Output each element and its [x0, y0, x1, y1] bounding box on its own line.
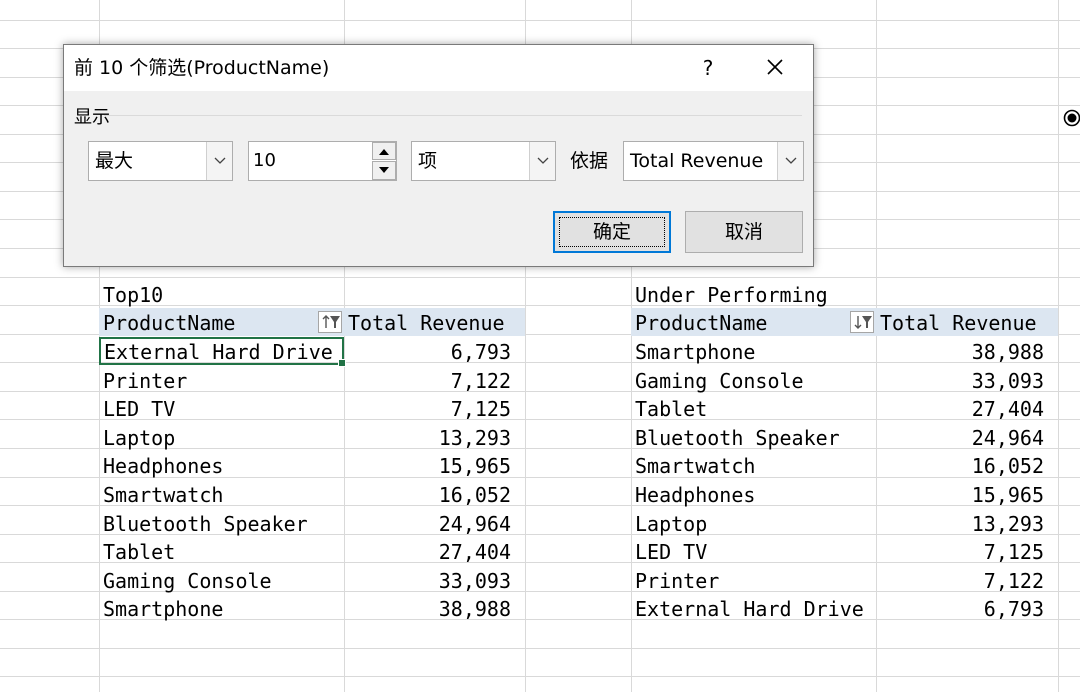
grid-row-line	[0, 676, 1080, 677]
basis-select-value: Total Revenue	[630, 150, 764, 172]
under-row-name[interactable]: LED TV	[631, 537, 876, 565]
under-row-value[interactable]: 7,125	[876, 537, 1058, 565]
direction-dropdown-button[interactable]	[206, 142, 232, 180]
under-caption[interactable]: Under Performing	[631, 280, 876, 308]
under-header-productname-label: ProductName	[635, 311, 768, 335]
top10-filter-button[interactable]	[318, 311, 342, 333]
under-row-value[interactable]: 15,965	[876, 480, 1058, 508]
close-button[interactable]	[750, 45, 800, 91]
unit-select-value: 项	[418, 150, 438, 172]
ok-button[interactable]: 确定	[553, 211, 671, 253]
count-stepper-value: 10	[253, 150, 276, 171]
top10-row-value[interactable]: 33,093	[344, 566, 525, 594]
count-stepper[interactable]: 10	[248, 141, 397, 181]
top10-row-name[interactable]: Laptop	[99, 423, 344, 451]
dialog-titlebar[interactable]: 前 10 个筛选(ProductName) ?	[64, 45, 813, 91]
chevron-down-icon	[537, 157, 549, 164]
top10-caption[interactable]: Top10	[99, 280, 344, 308]
close-icon	[767, 59, 783, 75]
top10-filter-dialog: 前 10 个筛选(ProductName) ? 显示 最大 10 项 依据 To…	[63, 44, 814, 267]
top10-row-name[interactable]: Tablet	[99, 537, 344, 565]
spin-down-button[interactable]	[372, 161, 396, 180]
under-row-value[interactable]: 16,052	[876, 451, 1058, 479]
top10-row-value[interactable]: 13,293	[344, 423, 525, 451]
basis-dropdown-button[interactable]	[777, 142, 803, 180]
top10-row-value[interactable]: 7,122	[344, 366, 525, 394]
under-header-total-revenue[interactable]: Total Revenue	[876, 308, 1058, 336]
chevron-down-icon	[214, 157, 226, 164]
under-row-value[interactable]: 6,793	[876, 594, 1058, 622]
under-row-value[interactable]: 7,122	[876, 566, 1058, 594]
group-divider	[104, 115, 802, 116]
filter-sort-descending-icon	[854, 316, 872, 329]
basis-label: 依据	[570, 150, 609, 172]
top10-row-value[interactable]: 24,964	[344, 509, 525, 537]
top10-row-value[interactable]: 16,052	[344, 480, 525, 508]
top10-header-productname-label: ProductName	[103, 311, 236, 335]
spin-up-button[interactable]	[372, 142, 396, 160]
grid-row-line	[0, 648, 1080, 649]
filter-sort-ascending-icon	[322, 315, 340, 328]
chevron-down-icon	[785, 157, 797, 164]
under-row-name[interactable]: Smartphone	[631, 337, 876, 365]
under-row-name[interactable]: Bluetooth Speaker	[631, 423, 876, 451]
top10-row-name[interactable]: Headphones	[99, 451, 344, 479]
show-group-label: 显示	[74, 107, 110, 128]
grid-column-line	[1058, 0, 1059, 692]
top10-row-value[interactable]: 6,793	[344, 337, 525, 365]
cancel-button[interactable]: 取消	[685, 211, 803, 253]
top10-header-productname[interactable]: ProductName	[99, 308, 344, 336]
top10-row-name[interactable]: External Hard Drive	[99, 337, 346, 367]
under-row-name[interactable]: Smartwatch	[631, 451, 876, 479]
unit-dropdown-button[interactable]	[529, 142, 555, 180]
under-row-name[interactable]: Headphones	[631, 480, 876, 508]
under-row-value[interactable]: 33,093	[876, 366, 1058, 394]
top10-row-name[interactable]: Smartphone	[99, 594, 344, 622]
under-header-productname[interactable]: ProductName	[631, 308, 876, 336]
under-row-name[interactable]: Printer	[631, 566, 876, 594]
under-row-value[interactable]: 13,293	[876, 509, 1058, 537]
under-row-value[interactable]: 38,988	[876, 337, 1058, 365]
under-row-value[interactable]: 27,404	[876, 394, 1058, 422]
under-row-name[interactable]: Gaming Console	[631, 366, 876, 394]
top10-row-value[interactable]: 15,965	[344, 451, 525, 479]
under-row-name[interactable]: Tablet	[631, 394, 876, 422]
spin-down-icon	[379, 167, 389, 173]
dialog-title: 前 10 个筛选(ProductName)	[74, 57, 330, 79]
basis-select[interactable]: Total Revenue	[623, 141, 804, 181]
top10-row-name[interactable]: Smartwatch	[99, 480, 344, 508]
grid-row-line	[0, 20, 1080, 21]
top10-row-value[interactable]: 27,404	[344, 537, 525, 565]
under-filter-button[interactable]	[850, 311, 874, 333]
top10-row-name[interactable]: Printer	[99, 366, 344, 394]
direction-select-value: 最大	[95, 150, 134, 172]
grid-row-line	[0, 277, 1080, 278]
top10-header-total-revenue[interactable]: Total Revenue	[344, 308, 525, 336]
top10-row-value[interactable]: 38,988	[344, 594, 525, 622]
direction-select[interactable]: 最大	[88, 141, 233, 181]
top10-row-name[interactable]: Gaming Console	[99, 566, 344, 594]
focus-rectangle	[559, 217, 665, 247]
radio-icon[interactable]	[1062, 108, 1080, 128]
under-row-value[interactable]: 24,964	[876, 423, 1058, 451]
spin-up-icon	[379, 149, 389, 155]
unit-select[interactable]: 项	[411, 141, 556, 181]
top10-row-name[interactable]: Bluetooth Speaker	[99, 509, 344, 537]
help-button[interactable]: ?	[688, 45, 728, 91]
under-row-name[interactable]: Laptop	[631, 509, 876, 537]
top10-row-name[interactable]: LED TV	[99, 394, 344, 422]
under-row-name[interactable]: External Hard Drive	[631, 594, 876, 622]
cancel-button-label: 取消	[724, 221, 763, 243]
top10-row-value[interactable]: 7,125	[344, 394, 525, 422]
